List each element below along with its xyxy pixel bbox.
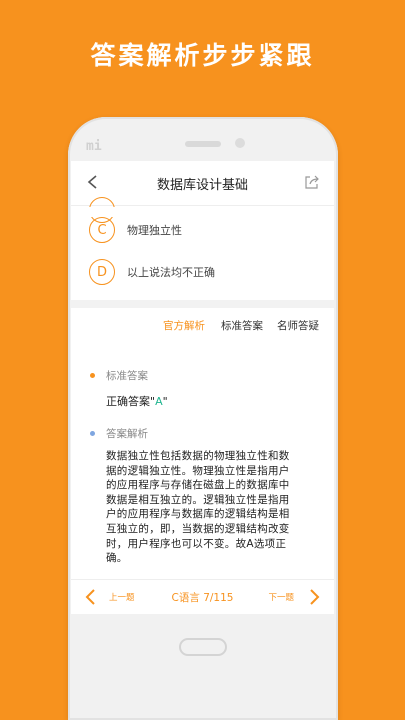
app-screen: 数据库设计基础 C 物理独立性 D 以上说法均不正确 官方解析 标准答案 名师答… bbox=[71, 161, 334, 614]
phone-speaker bbox=[185, 141, 221, 147]
analysis-line: 时，用户程序也可以不变。故A选项正 bbox=[106, 537, 287, 550]
analysis-line: 互独立的，即，当数据的逻辑结构改变 bbox=[106, 522, 290, 535]
question-progress: C语言 7/115 bbox=[171, 592, 234, 604]
option-letter: C bbox=[89, 217, 115, 243]
share-icon[interactable] bbox=[304, 174, 320, 190]
option-letter: D bbox=[89, 259, 115, 285]
chevron-right-icon[interactable] bbox=[308, 589, 320, 605]
phone-home-button[interactable] bbox=[179, 638, 227, 656]
option-c[interactable]: C 物理独立性 bbox=[89, 215, 182, 245]
answer-prefix: 正确答案 bbox=[106, 395, 150, 408]
analysis-line: 户的应用程序与数据库的逻辑结构是相 bbox=[106, 508, 290, 521]
next-question-button[interactable]: 下一题 bbox=[268, 591, 294, 603]
page-title: 数据库设计基础 bbox=[156, 178, 248, 193]
analysis-line: 的应用程序与存储在磁盘上的数据库中 bbox=[106, 479, 290, 492]
answer-close-quote: " bbox=[162, 395, 168, 408]
promo-headline: 答案解析步步紧跟 bbox=[90, 41, 315, 70]
bottom-nav-bar: 上一题 C语言 7/115 下一题 bbox=[71, 579, 334, 614]
phone-brand-logo: mi bbox=[86, 139, 102, 154]
analysis-tabs: 官方解析 标准答案 名师答疑 bbox=[71, 318, 334, 338]
bullet-dot bbox=[90, 373, 95, 378]
analysis-line: 数据独立性包括数据的物理独立性和数 bbox=[106, 450, 290, 462]
option-d[interactable]: D 以上说法均不正确 bbox=[89, 257, 215, 287]
analysis-heading: 答案解析 bbox=[106, 428, 148, 440]
answer-value: A bbox=[155, 395, 163, 408]
tab-standard-answer[interactable]: 标准答案 bbox=[221, 318, 263, 333]
analysis-line: 确。 bbox=[106, 552, 128, 565]
analysis-line: 数据是相互独立的。逻辑独立性是指用 bbox=[106, 493, 290, 506]
section-divider bbox=[71, 300, 334, 308]
standard-answer-heading: 标准答案 bbox=[106, 370, 148, 382]
analysis-text: 数据独立性包括数据的物理独立性和数 据的逻辑独立性。物理独立性是指用户 的应用程… bbox=[106, 449, 321, 566]
correct-answer: 正确答案"A" bbox=[106, 393, 168, 409]
tab-teacher-qa[interactable]: 名师答疑 bbox=[277, 318, 319, 333]
tab-official-analysis[interactable]: 官方解析 bbox=[163, 318, 205, 333]
analysis-line: 据的逻辑独立性。物理独立性是指用户 bbox=[106, 464, 290, 477]
option-text: 物理独立性 bbox=[127, 224, 182, 237]
bullet-dot bbox=[90, 431, 95, 436]
phone-camera bbox=[235, 138, 245, 148]
option-text: 以上说法均不正确 bbox=[127, 266, 215, 279]
